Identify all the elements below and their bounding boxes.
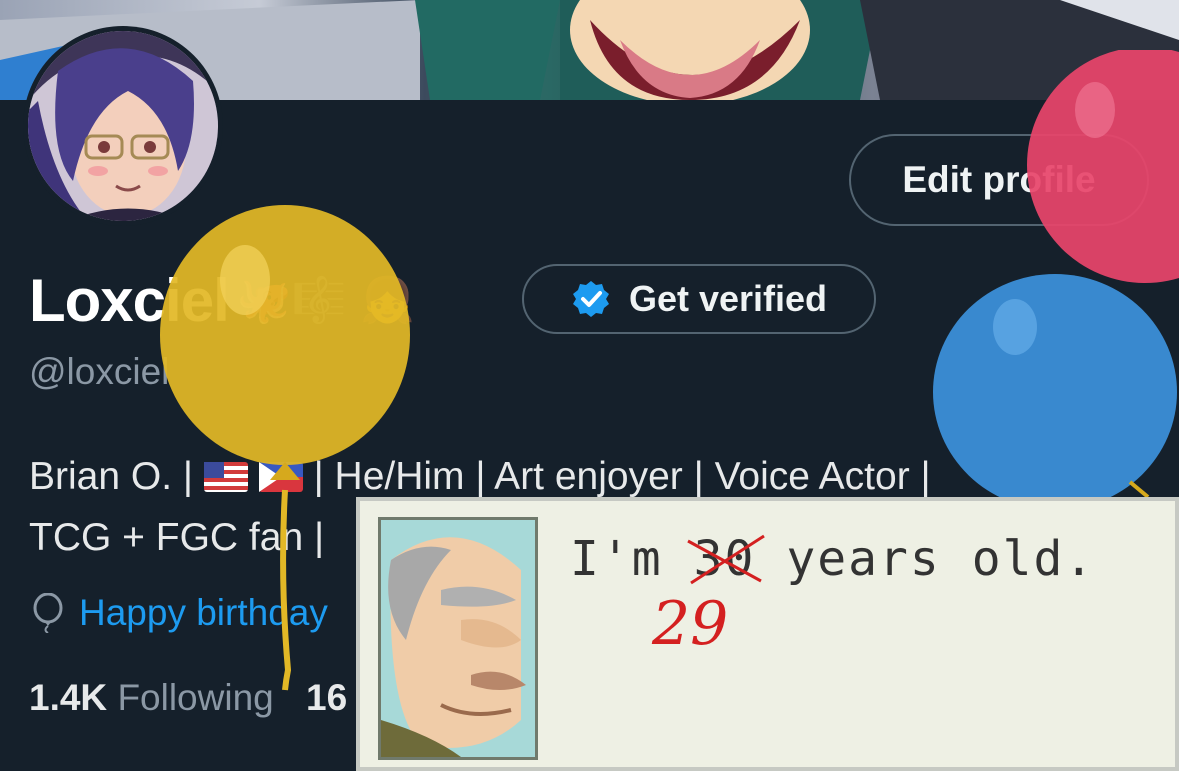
meme-text-suffix: years old. <box>786 531 1096 587</box>
handle: @loxciel <box>29 351 170 392</box>
blue-balloon-icon <box>933 274 1177 510</box>
verified-badge-icon <box>572 281 609 317</box>
avatar-image <box>28 31 218 221</box>
avatar[interactable] <box>23 26 223 226</box>
following-count: 1.4K <box>29 677 108 718</box>
meme-caption: I'm 30 years old. 29 <box>570 531 1096 659</box>
get-verified-button[interactable]: Get verified <box>522 264 876 334</box>
meme-dialog-box: I'm 30 years old. 29 <box>356 497 1179 771</box>
balloon-pin-icon <box>33 593 63 633</box>
meme-text-prefix: I'm <box>570 531 663 587</box>
get-verified-label: Get verified <box>628 278 828 319</box>
scribble-cross-icon <box>686 534 765 585</box>
old-man-portrait <box>378 517 538 760</box>
meme-old-age: 30 <box>686 531 765 587</box>
meme-new-age: 29 <box>652 589 729 659</box>
